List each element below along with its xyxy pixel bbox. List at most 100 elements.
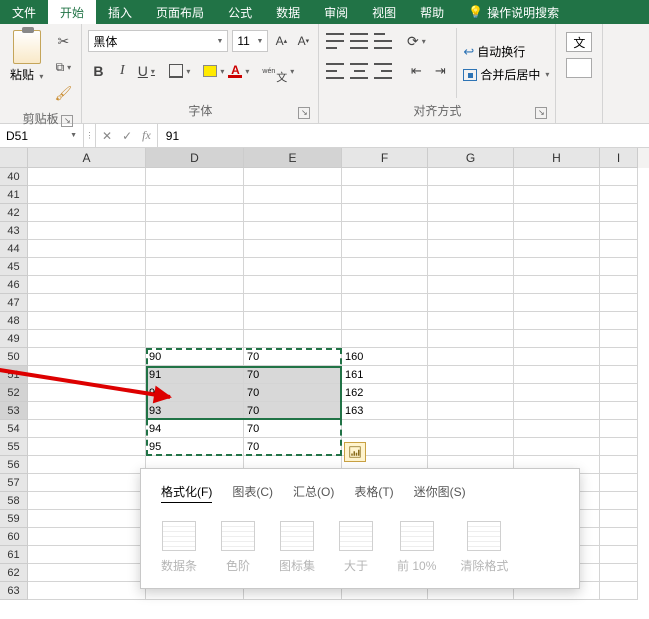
cell[interactable]: [342, 168, 428, 186]
cell[interactable]: [514, 366, 600, 384]
cell[interactable]: [514, 222, 600, 240]
cell[interactable]: [600, 438, 638, 456]
cell[interactable]: [28, 204, 146, 222]
underline-button[interactable]: U▾: [136, 60, 156, 82]
style-gallery-item[interactable]: [566, 58, 592, 78]
align-right-button[interactable]: [373, 60, 393, 82]
cell[interactable]: 70: [244, 402, 342, 420]
row-header[interactable]: 56: [0, 456, 28, 474]
fill-color-button[interactable]: ▾: [203, 60, 224, 82]
cell[interactable]: [428, 186, 514, 204]
cell[interactable]: [514, 204, 600, 222]
tab-view[interactable]: 视图: [360, 0, 408, 24]
cell[interactable]: [600, 258, 638, 276]
cell[interactable]: [146, 222, 244, 240]
border-button[interactable]: ▾: [169, 60, 190, 82]
tab-data[interactable]: 数据: [264, 0, 312, 24]
col-header[interactable]: G: [428, 148, 514, 168]
cell[interactable]: [428, 294, 514, 312]
italic-button[interactable]: I: [112, 60, 132, 82]
cell[interactable]: [428, 366, 514, 384]
align-bottom-button[interactable]: [373, 30, 393, 52]
cell[interactable]: 70: [244, 348, 342, 366]
cell[interactable]: [600, 168, 638, 186]
shrink-font-button[interactable]: A▾: [294, 30, 312, 52]
cell[interactable]: 160: [342, 348, 428, 366]
font-color-button[interactable]: A▾: [228, 60, 249, 82]
row-header[interactable]: 49: [0, 330, 28, 348]
cell[interactable]: [600, 366, 638, 384]
row-header[interactable]: 40: [0, 168, 28, 186]
qa-tab-chart[interactable]: 图表(C): [232, 483, 273, 503]
cell[interactable]: [428, 348, 514, 366]
cell[interactable]: [514, 420, 600, 438]
cell[interactable]: [600, 348, 638, 366]
col-header[interactable]: I: [600, 148, 638, 168]
cut-button[interactable]: ✂: [53, 30, 73, 52]
qa-item-iconset[interactable]: 图标集: [279, 521, 315, 574]
row-header[interactable]: 52: [0, 384, 28, 402]
qa-item-databar[interactable]: 数据条: [161, 521, 197, 574]
row-header[interactable]: 54: [0, 420, 28, 438]
cell[interactable]: [600, 420, 638, 438]
cell[interactable]: 94: [146, 420, 244, 438]
qa-tab-total[interactable]: 汇总(O): [293, 483, 334, 503]
cell[interactable]: [28, 168, 146, 186]
cell[interactable]: 70: [244, 438, 342, 456]
cell[interactable]: [428, 204, 514, 222]
cell[interactable]: [428, 168, 514, 186]
cell[interactable]: [342, 258, 428, 276]
cell[interactable]: [28, 222, 146, 240]
tab-insert[interactable]: 插入: [96, 0, 144, 24]
cell[interactable]: [244, 204, 342, 222]
col-header[interactable]: D: [146, 148, 244, 168]
bold-button[interactable]: B: [88, 60, 108, 82]
cell[interactable]: [428, 384, 514, 402]
cell[interactable]: [514, 312, 600, 330]
cell[interactable]: [28, 456, 146, 474]
cell[interactable]: 91: [146, 366, 244, 384]
cell[interactable]: [28, 582, 146, 600]
cell[interactable]: [600, 510, 638, 528]
cell[interactable]: 90: [146, 348, 244, 366]
cell[interactable]: [28, 312, 146, 330]
cell[interactable]: [244, 168, 342, 186]
cell[interactable]: 162: [342, 384, 428, 402]
phonetic-button[interactable]: wén文▾: [262, 60, 294, 82]
cell[interactable]: [342, 276, 428, 294]
cell[interactable]: [428, 276, 514, 294]
formula-input[interactable]: 91: [158, 124, 649, 147]
cell[interactable]: [600, 384, 638, 402]
cell[interactable]: [514, 348, 600, 366]
cancel-formula-button[interactable]: ✕: [102, 129, 112, 143]
merge-center-button[interactable]: 合并后居中▾: [463, 66, 549, 83]
cell[interactable]: [600, 546, 638, 564]
row-header[interactable]: 43: [0, 222, 28, 240]
cell[interactable]: [600, 276, 638, 294]
cell[interactable]: [428, 258, 514, 276]
cell[interactable]: [146, 258, 244, 276]
cell[interactable]: [28, 546, 146, 564]
cell[interactable]: [428, 438, 514, 456]
row-header[interactable]: 42: [0, 204, 28, 222]
font-dialog-launcher[interactable]: ↘: [298, 107, 310, 119]
cell[interactable]: [342, 204, 428, 222]
cell[interactable]: [28, 438, 146, 456]
row-header[interactable]: 55: [0, 438, 28, 456]
cell[interactable]: 70: [244, 366, 342, 384]
cell[interactable]: [600, 312, 638, 330]
cell[interactable]: [28, 348, 146, 366]
cell[interactable]: [342, 330, 428, 348]
row-header[interactable]: 61: [0, 546, 28, 564]
cell[interactable]: [342, 240, 428, 258]
cell[interactable]: [146, 276, 244, 294]
font-size-combo[interactable]: 11▼: [232, 30, 268, 52]
cell[interactable]: [146, 312, 244, 330]
cell[interactable]: [600, 402, 638, 420]
row-header[interactable]: 48: [0, 312, 28, 330]
cell[interactable]: [146, 186, 244, 204]
cell[interactable]: 70: [244, 384, 342, 402]
cell[interactable]: [28, 294, 146, 312]
row-header[interactable]: 60: [0, 528, 28, 546]
col-header[interactable]: A: [28, 148, 146, 168]
